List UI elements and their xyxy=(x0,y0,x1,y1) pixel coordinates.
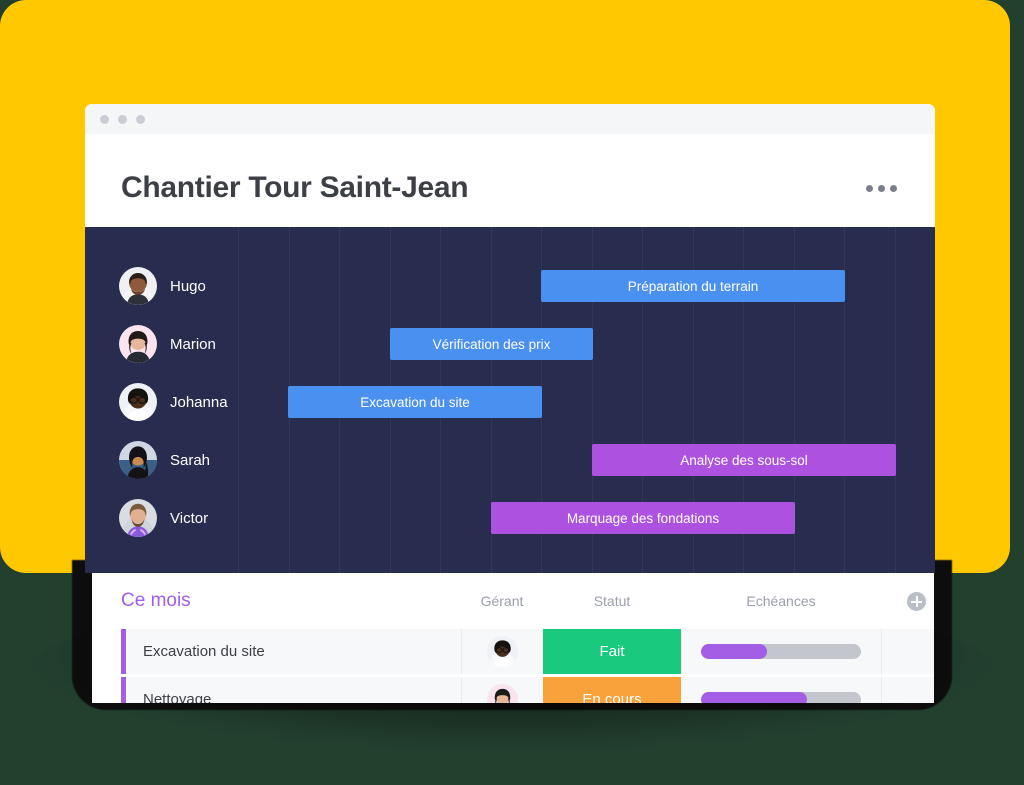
gantt-rows: Hugo Préparation du terrain Marion Vérifica… xyxy=(85,227,935,573)
gantt-task-label: Marquage des fondations xyxy=(566,510,720,526)
gantt-task-bar[interactable]: Analyse des sous-sol xyxy=(592,444,896,476)
gantt-row: Sarah Analyse des sous-sol xyxy=(85,431,935,489)
maximize-dot-icon[interactable] xyxy=(136,114,145,124)
add-column-cell xyxy=(881,591,934,611)
window-titlebar xyxy=(85,104,935,134)
row-task-name: Nettoyage xyxy=(126,677,461,703)
gantt-person-name: Victor xyxy=(170,509,209,527)
task-board: Ce mois Gérant Statut Echéances Excavati… xyxy=(92,573,934,703)
status-badge[interactable]: Fait xyxy=(543,629,681,674)
app-header: Chantier Tour Saint-Jean xyxy=(85,134,935,242)
row-deadline-cell[interactable] xyxy=(681,629,881,674)
board-row-list: Excavation du site Fait Nettoyage En cours xyxy=(92,629,934,703)
row-end-cell xyxy=(881,629,934,674)
gantt-task-label: Préparation du terrain xyxy=(627,278,759,294)
avatar-hugo[interactable] xyxy=(119,267,157,305)
gantt-person: Johanna xyxy=(119,373,228,431)
plus-circle-icon[interactable] xyxy=(906,591,926,611)
gantt-person: Hugo xyxy=(119,257,206,315)
avatar-johanna[interactable] xyxy=(119,383,157,421)
avatar-sarah[interactable] xyxy=(119,441,157,479)
avatar-johanna[interactable] xyxy=(487,636,518,667)
gantt-task-bar[interactable]: Préparation du terrain xyxy=(541,270,845,302)
gantt-task-bar[interactable]: Vérification des prix xyxy=(390,328,593,360)
gantt-person-name: Johanna xyxy=(170,393,228,411)
row-manager-cell[interactable] xyxy=(461,629,543,674)
gantt-person: Marion xyxy=(119,315,216,373)
progress-track[interactable] xyxy=(701,692,861,703)
avatar-marion[interactable] xyxy=(487,684,518,703)
gantt-task-bar[interactable]: Marquage des fondations xyxy=(491,502,795,534)
gantt-row: Johanna Excavation du site xyxy=(85,373,935,431)
gantt-person-name: Sarah xyxy=(170,451,211,469)
gantt-row: Hugo Préparation du terrain xyxy=(85,257,935,315)
board-title: Ce mois xyxy=(121,590,191,611)
table-row[interactable]: Nettoyage En cours xyxy=(121,677,934,703)
status-label: Fait xyxy=(599,643,625,660)
status-badge[interactable]: En cours xyxy=(543,677,681,703)
row-end-cell xyxy=(881,677,934,703)
board-header: Ce mois Gérant Statut Echéances xyxy=(92,573,934,629)
gantt-person: Sarah xyxy=(119,431,210,489)
minimize-dot-icon[interactable] xyxy=(118,114,127,124)
avatar-marion[interactable] xyxy=(119,325,157,363)
close-dot-icon[interactable] xyxy=(100,114,109,124)
gantt-task-label: Vérification des prix xyxy=(432,336,551,352)
kebab-menu-icon[interactable] xyxy=(866,184,897,192)
gantt-row: Marion Vérification des prix xyxy=(85,315,935,373)
gantt-task-bar[interactable]: Excavation du site xyxy=(288,386,542,418)
gantt-panel: Hugo Préparation du terrain Marion Vérifica… xyxy=(85,227,935,573)
table-row[interactable]: Excavation du site Fait xyxy=(121,629,934,674)
avatar-victor[interactable] xyxy=(119,499,157,537)
gantt-person: Victor xyxy=(119,489,208,547)
screenshot-stage: Chantier Tour Saint-Jean Hugo Préparation… xyxy=(0,0,1024,785)
progress-track[interactable] xyxy=(701,644,861,659)
gantt-task-label: Excavation du site xyxy=(360,394,470,410)
row-deadline-cell[interactable] xyxy=(681,677,881,703)
row-task-name: Excavation du site xyxy=(126,629,461,674)
gantt-task-label: Analyse des sous-sol xyxy=(680,452,808,468)
column-header-statut: Statut xyxy=(593,593,631,609)
gantt-row: Victor Marquage des fondations xyxy=(85,489,935,547)
column-header-echeances: Echéances xyxy=(746,593,816,609)
gantt-person-name: Hugo xyxy=(170,277,206,295)
page-title: Chantier Tour Saint-Jean xyxy=(121,171,469,204)
status-label: En cours xyxy=(582,691,642,703)
gantt-person-name: Marion xyxy=(170,335,216,353)
row-manager-cell[interactable] xyxy=(461,677,543,703)
column-header-gerant: Gérant xyxy=(480,593,524,609)
